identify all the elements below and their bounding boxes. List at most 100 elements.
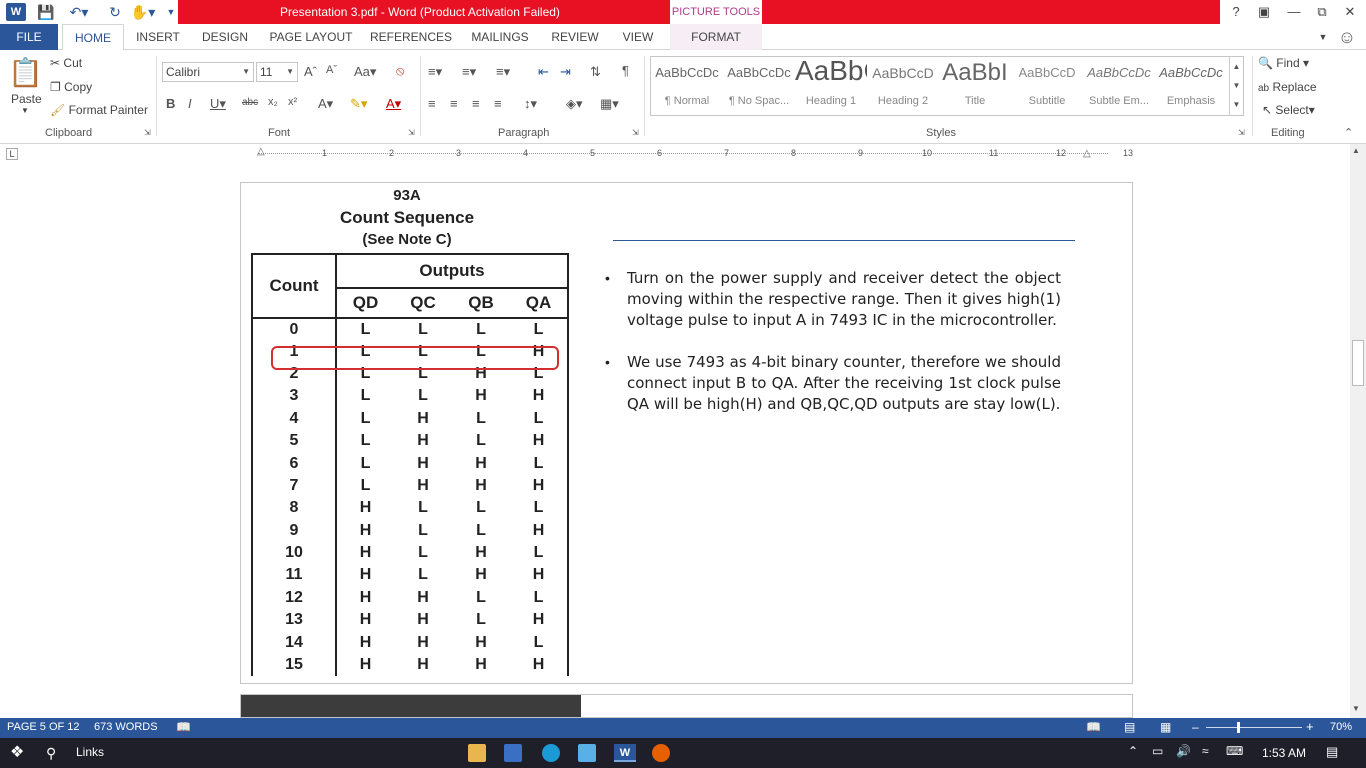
text-effects-icon[interactable]: A▾ [318,96,333,112]
next-page[interactable] [240,694,1133,718]
tab-review[interactable]: REVIEW [544,24,606,50]
edge-icon[interactable] [542,744,560,762]
italic-icon[interactable]: I [188,96,192,111]
firefox-icon[interactable] [652,744,670,762]
style-subtle-emphasis[interactable]: AaBbCcDc Subtle Em... [1083,57,1155,115]
find-button[interactable]: 🔍 Find ▾ [1258,56,1309,70]
undo-icon[interactable]: ↶▾ [64,3,94,21]
show-formatting-marks-icon[interactable]: ¶ [622,63,629,78]
minimize-icon[interactable]: — [1284,3,1304,21]
shading-icon[interactable]: ◈▾ [566,96,583,112]
notes-icon[interactable] [578,744,596,762]
zoom-slider[interactable] [1206,727,1302,728]
tab-page-layout[interactable]: PAGE LAYOUT [264,24,358,50]
notifications-icon[interactable]: ▤ [1326,744,1338,760]
justify-icon[interactable]: ≡ [494,96,502,111]
cut-button[interactable]: ✂ Cut [50,56,82,70]
font-name-combo[interactable]: Calibri ▼ [162,62,254,82]
tab-design[interactable]: DESIGN [194,24,256,50]
search-icon[interactable]: ⚲ [46,744,64,762]
style-heading-1[interactable]: AaBbCcHeading 1 [795,55,867,115]
increase-indent-icon[interactable]: ⇥ [560,64,571,80]
scroll-down-icon[interactable]: ▼ [1352,704,1360,713]
tray-chevron-icon[interactable]: ⌃ [1128,744,1138,758]
dialog-launcher-icon[interactable]: ⇲ [1238,128,1245,137]
subscript-icon[interactable]: x₂ [268,96,278,108]
search-box[interactable]: Links [76,745,104,759]
dialog-launcher-icon[interactable]: ⇲ [144,128,151,137]
format-painter-button[interactable]: 🖌 Format Painter [50,103,148,117]
align-center-icon[interactable]: ≡ [450,96,458,111]
decrease-indent-icon[interactable]: ⇤ [538,64,549,80]
tab-mailings[interactable]: MAILINGS [464,24,536,50]
change-case-icon[interactable]: Aa▾ [354,64,376,80]
align-right-icon[interactable]: ≡ [472,96,480,111]
proofing-icon[interactable]: 📖 [176,720,191,734]
redo-icon[interactable]: ↻ [104,3,126,21]
scroll-up-icon[interactable]: ▲ [1352,146,1360,155]
customize-qat-icon[interactable]: ▼ [164,3,178,21]
account-dropdown-icon[interactable]: ▼ [1316,24,1330,50]
grow-font-icon[interactable]: Aˆ [304,64,317,79]
align-left-icon[interactable]: ≡ [428,96,436,111]
page-indicator[interactable]: PAGE 5 OF 12 [7,721,80,733]
close-icon[interactable]: ✕ [1340,3,1360,21]
copy-button[interactable]: ❐ Copy [50,80,92,94]
document-page[interactable]: 93A Count Sequence (See Note C) Count Ou… [240,182,1133,684]
replace-button[interactable]: ab Replace [1258,80,1317,94]
clock[interactable]: 1:53 AM [1262,746,1306,760]
tab-view[interactable]: VIEW [614,24,662,50]
tab-home[interactable]: HOME [62,24,124,51]
web-layout-icon[interactable]: ▦ [1160,720,1171,734]
scroll-thumb[interactable] [1352,340,1364,386]
style-title[interactable]: AaBbI Title [939,57,1011,115]
shrink-font-icon[interactable]: Aˇ [326,64,337,76]
vertical-scrollbar[interactable]: ▲ ▼ [1350,144,1366,718]
save-icon[interactable]: 💾 [36,3,56,21]
bold-icon[interactable]: B [166,96,175,111]
zoom-out-icon[interactable]: – [1192,720,1199,734]
tab-insert[interactable]: INSERT [130,24,186,50]
paragraph-2[interactable]: We use 7493 as 4-bit binary counter, the… [627,352,1061,415]
touch-mode-icon[interactable]: ✋▾ [128,3,158,21]
style-normal[interactable]: AaBbCcDc ¶ Normal [651,57,723,115]
read-mode-icon[interactable]: 📖 [1086,720,1101,734]
style-no-spacing[interactable]: AaBbCcDc ¶ No Spac... [723,57,795,115]
word-count[interactable]: 673 WORDS [94,721,158,733]
ribbon-display-options-icon[interactable]: ▣ [1254,3,1274,21]
numbering-icon[interactable]: ≡▾ [462,64,476,80]
volume-icon[interactable]: 🔊 [1176,744,1191,758]
windows-start-icon[interactable]: ❖ [10,744,28,762]
dialog-launcher-icon[interactable]: ⇲ [408,128,415,137]
paste-icon[interactable]: 📋 [8,56,43,90]
file-explorer-icon[interactable] [468,744,486,762]
paragraph-1[interactable]: Turn on the power supply and receiver de… [627,268,1061,331]
clear-formatting-icon[interactable]: ⦸ [396,63,404,79]
tab-references[interactable]: REFERENCES [366,24,456,50]
battery-icon[interactable]: ▭ [1152,744,1163,758]
multilevel-list-icon[interactable]: ≡▾ [496,64,510,80]
bullets-icon[interactable]: ≡▾ [428,64,442,80]
right-indent-marker-icon[interactable]: △ [1083,148,1091,159]
paste-button[interactable]: Paste [11,92,42,106]
style-subtitle[interactable]: AaBbCcD Subtitle [1011,57,1083,115]
superscript-icon[interactable]: x² [288,96,297,108]
zoom-slider-thumb[interactable] [1237,722,1240,733]
print-layout-icon[interactable]: ▤ [1124,720,1135,734]
style-heading-2[interactable]: AaBbCcD Heading 2 [867,57,939,115]
zoom-in-icon[interactable]: + [1306,719,1314,734]
indent-marker-icon[interactable]: △ [257,146,265,157]
borders-icon[interactable]: ▦▾ [600,96,619,112]
select-button[interactable]: ↖ Select▾ [1262,103,1315,117]
word-app-icon[interactable]: W [6,3,26,21]
font-size-combo[interactable]: 11 ▼ [256,62,298,82]
keyboard-icon[interactable]: ⌨ [1226,744,1243,758]
sort-icon[interactable]: ⇅ [590,64,601,80]
font-color-icon[interactable]: A▾ [386,96,401,112]
zoom-level[interactable]: 70% [1330,721,1352,733]
line-spacing-icon[interactable]: ↕▾ [524,96,537,112]
underline-icon[interactable]: U▾ [210,96,226,112]
style-emphasis[interactable]: AaBbCcDc Emphasis [1155,57,1227,115]
gallery-scroll-icon[interactable]: ▲ ▼ ▼ [1229,57,1243,115]
word-taskbar-icon[interactable]: W [614,744,636,762]
